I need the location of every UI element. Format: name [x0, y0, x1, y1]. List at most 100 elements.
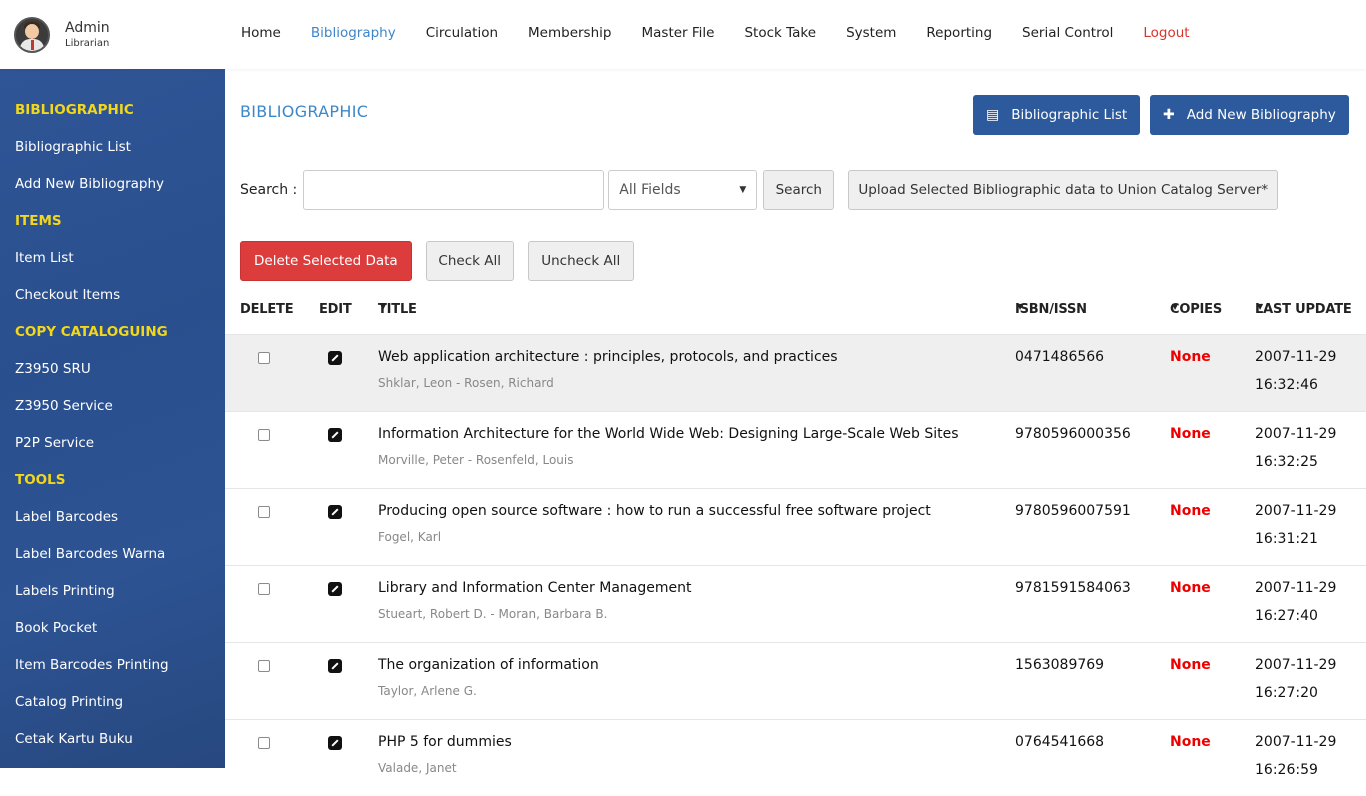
row-last-update: 2007-11-29 16:32:25 — [1255, 426, 1337, 470]
row-isbn: 9780596000356 — [1015, 426, 1131, 442]
row-last-update: 2007-11-29 16:32:46 — [1255, 349, 1337, 393]
table-row: Library and Information Center Managemen… — [225, 565, 1366, 642]
search-button[interactable]: Search — [763, 170, 835, 210]
row-last-update: 2007-11-29 16:27:20 — [1255, 657, 1337, 701]
check-all-button[interactable]: Check All — [425, 241, 514, 281]
nav-circulation[interactable]: Circulation — [426, 25, 498, 41]
edit-icon[interactable] — [328, 505, 342, 519]
row-author: Taylor, Arlene G. — [378, 684, 477, 698]
nav-logout[interactable]: Logout — [1143, 25, 1189, 41]
sidebar-item-p2p-service[interactable]: P2P Service — [0, 425, 225, 462]
main-nav: Home Bibliography Circulation Membership… — [241, 25, 1220, 41]
row-author: Morville, Peter - Rosenfeld, Louis — [378, 453, 574, 467]
table-row: Web application architecture : principle… — [225, 334, 1366, 411]
delete-selected-button[interactable]: Delete Selected Data — [240, 241, 412, 281]
row-author: Valade, Janet — [378, 761, 457, 775]
field-select-value: All Fields — [619, 182, 681, 198]
top-bar: Admin Librarian Home Bibliography Circul… — [0, 0, 1366, 69]
user-name: Admin — [65, 20, 110, 36]
row-title[interactable]: Web application architecture : principle… — [378, 349, 838, 365]
table-row: PHP 5 for dummies Valade, Janet 07645416… — [225, 719, 1366, 796]
row-title[interactable]: The organization of information — [378, 657, 599, 673]
field-select[interactable]: All Fields ▼ — [608, 170, 758, 210]
sidebar-item-cetak-kartu-buku[interactable]: Cetak Kartu Buku — [0, 721, 225, 758]
user-role: Librarian — [65, 38, 110, 49]
row-copies: None — [1170, 349, 1211, 365]
sidebar-item-label-barcodes[interactable]: Label Barcodes — [0, 499, 225, 536]
row-checkbox[interactable] — [258, 737, 270, 749]
sort-caret-icon: ▼ — [1172, 302, 1178, 311]
uncheck-all-button[interactable]: Uncheck All — [527, 241, 634, 281]
row-last-update: 2007-11-29 16:31:21 — [1255, 503, 1337, 547]
upload-union-catalog-button[interactable]: Upload Selected Bibliographic data to Un… — [848, 170, 1279, 210]
row-author: Stueart, Robert D. - Moran, Barbara B. — [378, 607, 608, 621]
add-bibliography-button[interactable]: ✚ Add New Bibliography — [1150, 95, 1349, 135]
row-checkbox[interactable] — [258, 660, 270, 672]
table-header: DELETE EDIT TITLE ▼ ISBN/ISSN ▼ COPIES ▼ LA… — [240, 302, 1352, 317]
row-isbn: 9781591584063 — [1015, 580, 1131, 596]
table-row: Producing open source software : how to … — [225, 488, 1366, 565]
edit-icon[interactable] — [328, 582, 342, 596]
sidebar-item-labels-printing[interactable]: Labels Printing — [0, 573, 225, 610]
sidebar-item-item-barcodes-printing[interactable]: Item Barcodes Printing — [0, 647, 225, 684]
sidebar-item-z3950-sru[interactable]: Z3950 SRU — [0, 351, 225, 388]
edit-icon[interactable] — [328, 351, 342, 365]
edit-icon[interactable] — [328, 736, 342, 750]
header-edit: EDIT — [319, 302, 352, 317]
bibliographic-list-button[interactable]: ▤ Bibliographic List — [973, 95, 1141, 135]
nav-serial-control[interactable]: Serial Control — [1022, 25, 1113, 41]
bibliographic-list-label: Bibliographic List — [1011, 107, 1128, 123]
sidebar-item-add-new-bibliography[interactable]: Add New Bibliography — [0, 166, 225, 203]
nav-bibliography[interactable]: Bibliography — [311, 25, 396, 41]
row-checkbox[interactable] — [258, 429, 270, 441]
row-checkbox[interactable] — [258, 352, 270, 364]
sidebar-section-tools: TOOLS — [15, 472, 66, 488]
row-copies: None — [1170, 580, 1211, 596]
sidebar: BIBLIOGRAPHIC Bibliographic List Add New… — [0, 69, 225, 768]
sort-caret-icon: ▼ — [380, 302, 386, 311]
action-bar: Delete Selected Data Check All Uncheck A… — [240, 241, 634, 281]
sidebar-item-checkout-items[interactable]: Checkout Items — [0, 277, 225, 314]
row-title[interactable]: PHP 5 for dummies — [378, 734, 512, 750]
page-title: BIBLIOGRAPHIC — [240, 102, 369, 121]
table-body: Web application architecture : principle… — [225, 334, 1366, 796]
row-author: Shklar, Leon - Rosen, Richard — [378, 376, 554, 390]
row-last-update: 2007-11-29 16:26:59 — [1255, 734, 1337, 778]
main-content: BIBLIOGRAPHIC ▤ Bibliographic List ✚ Add… — [225, 69, 1366, 778]
edit-icon[interactable] — [328, 659, 342, 673]
sidebar-item-z3950-service[interactable]: Z3950 Service — [0, 388, 225, 425]
row-checkbox[interactable] — [258, 506, 270, 518]
sidebar-item-label-barcodes-warna[interactable]: Label Barcodes Warna — [0, 536, 225, 573]
avatar[interactable] — [14, 17, 50, 53]
sidebar-item-catalog-printing[interactable]: Catalog Printing — [0, 684, 225, 721]
row-copies: None — [1170, 426, 1211, 442]
nav-reporting[interactable]: Reporting — [926, 25, 992, 41]
header-delete: DELETE — [240, 302, 294, 317]
user-profile[interactable]: Admin Librarian — [14, 16, 110, 54]
row-title[interactable]: Producing open source software : how to … — [378, 503, 931, 519]
row-checkbox[interactable] — [258, 583, 270, 595]
nav-home[interactable]: Home — [241, 25, 281, 41]
row-isbn: 0471486566 — [1015, 349, 1105, 365]
sidebar-item-book-pocket[interactable]: Book Pocket — [0, 610, 225, 647]
nav-membership[interactable]: Membership — [528, 25, 611, 41]
search-input[interactable] — [303, 170, 605, 210]
row-isbn: 0764541668 — [1015, 734, 1105, 750]
sidebar-section-copy-cataloguing: COPY CATALOGUING — [15, 324, 168, 340]
row-author: Fogel, Karl — [378, 530, 442, 544]
sidebar-item-item-list[interactable]: Item List — [0, 240, 225, 277]
table-row: Information Architecture for the World W… — [225, 411, 1366, 488]
search-bar: Search : All Fields ▼ Search Upload Sele… — [240, 170, 1279, 210]
nav-system[interactable]: System — [846, 25, 896, 41]
search-label: Search : — [240, 182, 298, 198]
nav-stock-take[interactable]: Stock Take — [744, 25, 816, 41]
plus-icon: ✚ — [1163, 107, 1175, 123]
row-copies: None — [1170, 734, 1211, 750]
nav-master-file[interactable]: Master File — [641, 25, 714, 41]
edit-icon[interactable] — [328, 428, 342, 442]
row-title[interactable]: Library and Information Center Managemen… — [378, 580, 691, 596]
table-row: The organization of information Taylor, … — [225, 642, 1366, 719]
row-title[interactable]: Information Architecture for the World W… — [378, 426, 959, 442]
sidebar-item-bibliographic-list[interactable]: Bibliographic List — [0, 129, 225, 166]
sidebar-section-items: ITEMS — [15, 213, 62, 229]
